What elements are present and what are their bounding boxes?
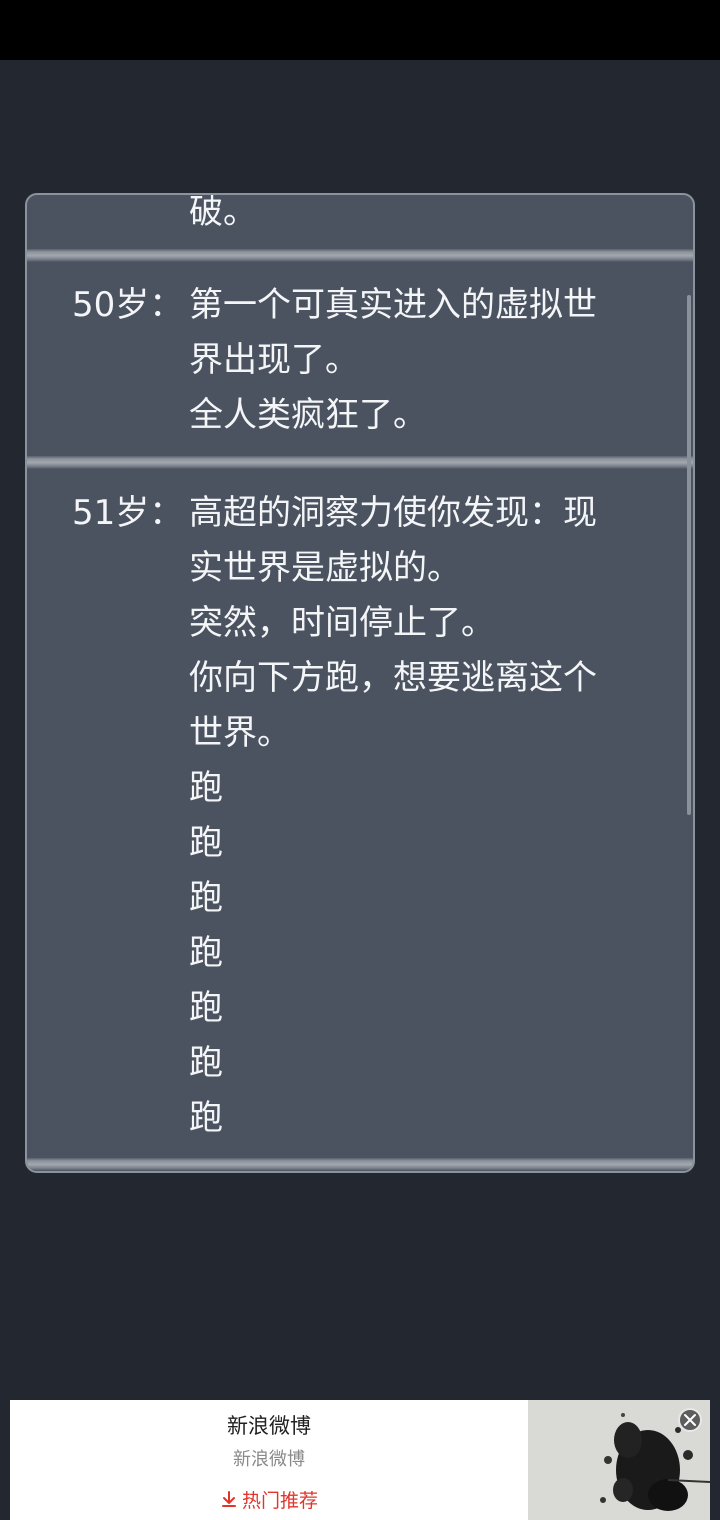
entry-line: 跑 <box>189 933 223 973</box>
entry-lines: 破。 <box>189 193 659 240</box>
entry-line: 跑 <box>189 878 223 918</box>
download-arrow-icon <box>220 1490 238 1513</box>
ad-cta-button[interactable]: 热门推荐 <box>10 1486 528 1513</box>
entry-divider <box>27 249 693 262</box>
ad-cta-label: 热门推荐 <box>241 1490 318 1512</box>
entry-line: 第一个可真实进入的虚拟世 <box>189 285 597 325</box>
entry-line: 你向下方跑，想要逃离这个 <box>189 658 597 698</box>
entry-divider <box>27 456 693 469</box>
entry-line: 跑 <box>189 768 223 808</box>
entry-lines: 第一个可真实进入的虚拟世 界出现了。 全人类疯狂了。 <box>189 278 659 443</box>
close-icon[interactable] <box>678 1408 702 1432</box>
entry-line: 跑 <box>189 1098 223 1138</box>
entry-line: 破。 <box>189 193 257 232</box>
entry-age: 51岁： <box>72 493 184 533</box>
ad-subtitle: 新浪微博 <box>233 1449 305 1470</box>
ad-image[interactable] <box>528 1400 710 1520</box>
entry-line: 跑 <box>189 823 223 863</box>
entry-age: 50岁： <box>72 285 184 325</box>
entry-lines: 高超的洞察力使你发现：现 实世界是虚拟的。 突然，时间停止了。 你向下方跑，想要… <box>189 486 659 1146</box>
entry-line: 突然，时间停止了。 <box>189 603 495 643</box>
entry-line: 高超的洞察力使你发现：现 <box>189 493 597 533</box>
ad-title: 新浪微博 <box>227 1414 311 1438</box>
entry-line: 实世界是虚拟的。 <box>189 548 461 588</box>
scrollbar[interactable] <box>687 295 691 815</box>
life-timeline-panel[interactable]: 破。 50岁： 第一个可真实进入的虚拟世 界出现了。 全人类疯狂了。 51岁： … <box>25 193 695 1173</box>
entry-line: 界出现了。 <box>189 340 359 380</box>
entry-divider <box>27 1158 693 1171</box>
status-bar <box>0 0 720 60</box>
entry-line: 跑 <box>189 988 223 1028</box>
entry-line: 世界。 <box>189 713 291 753</box>
entry-line: 跑 <box>189 1043 223 1083</box>
ad-banner[interactable]: 新浪微博 新浪微博 热门推荐 <box>10 1400 710 1520</box>
entry-line: 全人类疯狂了。 <box>189 395 427 435</box>
